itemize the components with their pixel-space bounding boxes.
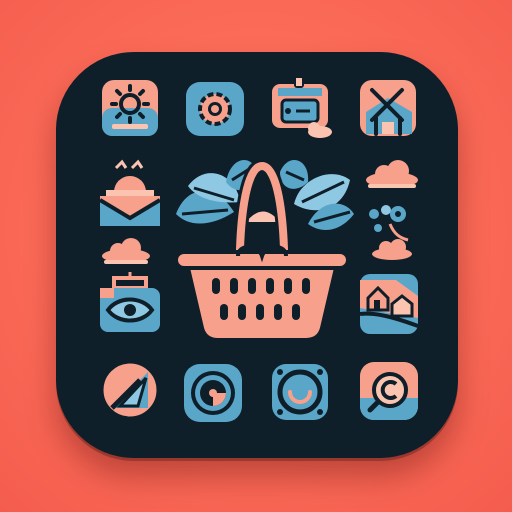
sunset-icon — [94, 156, 166, 228]
photo-eye-icon — [96, 270, 164, 334]
sun-icon — [98, 78, 162, 140]
cloud-icon — [364, 160, 420, 190]
landscape-icon — [356, 270, 422, 338]
vinyl-icon — [182, 362, 244, 424]
search-icon — [356, 358, 422, 424]
map-icon — [356, 78, 422, 142]
smile-icon — [268, 360, 332, 424]
app-icon-tile — [56, 52, 458, 458]
paw-icon — [364, 202, 420, 262]
shopping-basket-icon — [172, 160, 352, 342]
notebook-icon — [268, 74, 334, 140]
cloud-icon — [98, 238, 154, 266]
gear-icon — [184, 80, 246, 138]
compass-icon — [98, 358, 162, 422]
